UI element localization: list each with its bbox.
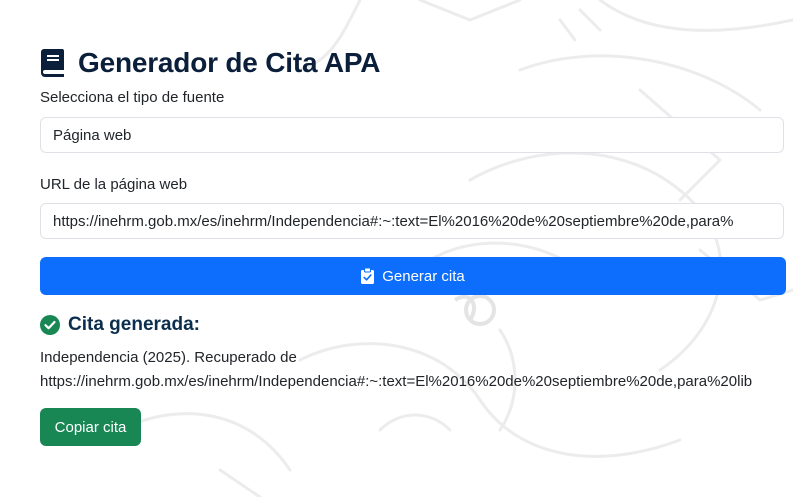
result-title: Cita generada:: [68, 314, 200, 335]
generate-button-label: Generar cita: [382, 267, 465, 285]
url-label: URL de la página web: [40, 176, 188, 193]
citation-line-2: https://inehrm.gob.mx/es/inehrm/Independ…: [40, 373, 753, 390]
clipboard-check-icon: [361, 268, 375, 284]
generated-citation: Independencia (2025). Recuperado de http…: [40, 346, 793, 394]
source-type-select[interactable]: Página web: [40, 117, 784, 153]
page-header: Generador de Cita APA: [40, 41, 786, 85]
check-circle-icon: [40, 315, 60, 335]
citation-line-1: Independencia (2025). Recuperado de: [40, 349, 297, 366]
url-field-container: [40, 203, 784, 239]
book-icon: [41, 49, 64, 77]
source-type-label: Selecciona el tipo de fuente: [40, 89, 225, 106]
url-input[interactable]: [53, 212, 771, 230]
apa-generator-form: Generador de Cita APA Selecciona el tipo…: [40, 40, 786, 446]
generate-citation-button[interactable]: Generar cita: [40, 257, 786, 295]
page-title: Generador de Cita APA: [78, 47, 381, 78]
result-header: Cita generada:: [40, 314, 200, 336]
source-type-value: Página web: [53, 126, 132, 144]
copy-citation-button[interactable]: Copiar cita: [40, 408, 141, 446]
